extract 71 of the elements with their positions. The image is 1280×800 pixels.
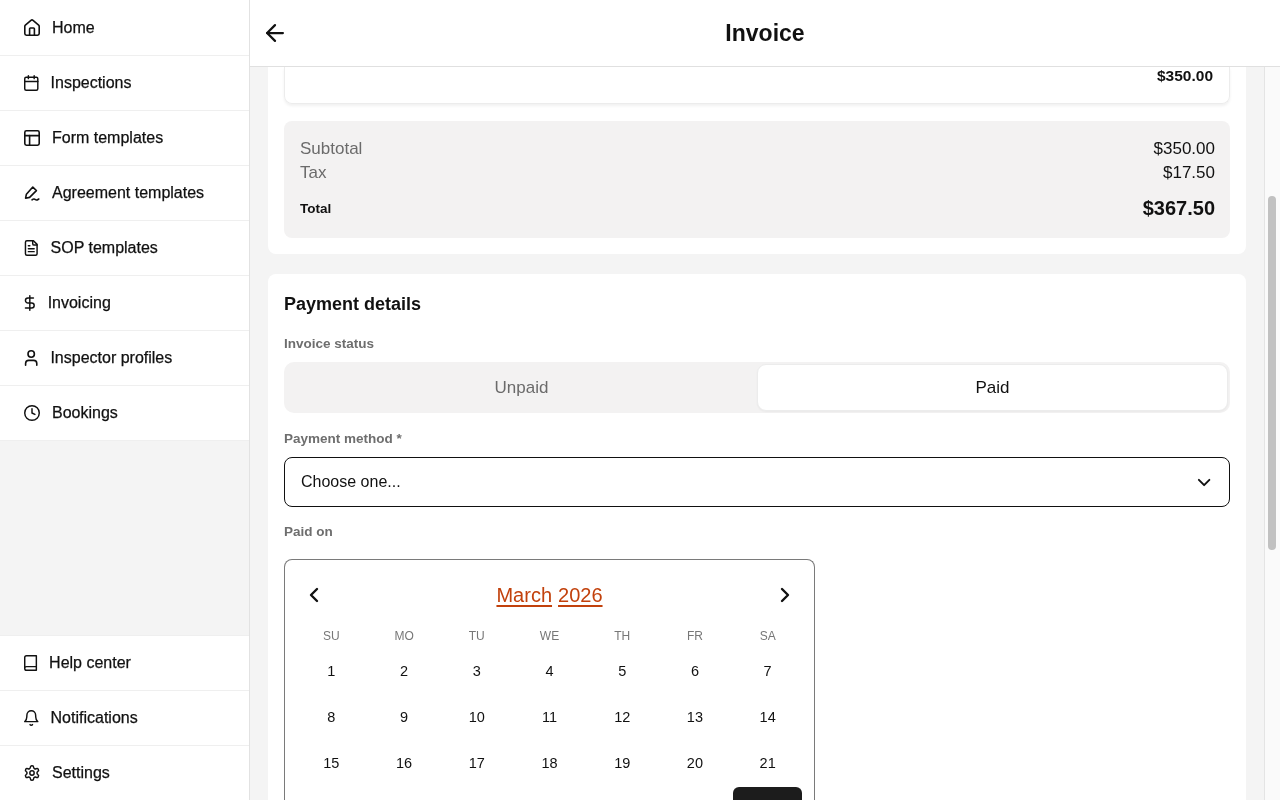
document-icon: [24, 240, 39, 256]
sidebar-item[interactable]: Form templates: [0, 111, 249, 166]
calendar-day[interactable]: 12: [587, 695, 657, 739]
calendar-icon: [24, 75, 39, 91]
sidebar-item[interactable]: Invoicing: [0, 276, 249, 331]
pen-icon: [24, 185, 40, 201]
sidebar-item[interactable]: Home: [0, 1, 249, 56]
weekday-label: FR: [686, 629, 703, 643]
summary-value: $350.00: [1153, 139, 1215, 159]
field-label: Payment method *: [284, 430, 402, 448]
weekday-label: TH: [614, 629, 631, 643]
calendar-day[interactable]: 15: [297, 741, 366, 785]
field-label: Invoice status: [284, 335, 375, 353]
calendar-day[interactable]: 17: [442, 741, 512, 785]
weekday-label: WE: [539, 629, 560, 643]
bell-icon: [24, 710, 39, 726]
calendar-day[interactable]: 3: [442, 649, 512, 693]
sidebar-item[interactable]: Inspections: [0, 56, 249, 111]
person-icon: [24, 350, 39, 366]
calendar-day[interactable]: 2: [369, 649, 439, 693]
calendar-day[interactable]: 14: [733, 695, 802, 739]
year-link[interactable]: 2026: [558, 583, 603, 607]
calendar-day[interactable]: 18: [515, 741, 584, 785]
calendar-day[interactable]: 10: [442, 695, 512, 739]
sidebar-item[interactable]: Agreement templates: [0, 166, 249, 221]
book-icon: [24, 655, 38, 671]
calendar-day[interactable]: 1: [297, 649, 366, 693]
calendar-day[interactable]: 8: [297, 695, 366, 739]
section-title: Payment details: [284, 293, 422, 316]
sidebar-item[interactable]: Settings: [0, 745, 249, 800]
sidebar-item[interactable]: Help center: [0, 635, 249, 690]
chevron-left-icon: [310, 588, 318, 602]
calendar-day[interactable]: 21: [733, 741, 802, 785]
calendar-day[interactable]: 4: [515, 649, 584, 693]
weekday-label: TU: [468, 629, 485, 643]
sidebar-item[interactable]: Bookings: [0, 386, 249, 441]
sidebar-item[interactable]: SOP templates: [0, 221, 249, 276]
page-title: Invoice: [725, 19, 805, 47]
calendar-day[interactable]: 6: [660, 649, 730, 693]
summary-label: Subtotal: [300, 139, 363, 159]
house-icon: [24, 20, 40, 36]
summary-value: $17.50: [1163, 163, 1215, 183]
calendar-day[interactable]: 7: [733, 649, 802, 693]
status-option[interactable]: Paid: [757, 364, 1228, 411]
month-link[interactable]: March: [496, 583, 553, 607]
sidebar-item[interactable]: Inspector profiles: [0, 331, 249, 386]
total-label: Total: [300, 200, 332, 216]
calendar-day[interactable]: 16: [369, 741, 439, 785]
calendar-day[interactable]: 9: [369, 695, 439, 739]
summary-label: Tax: [300, 163, 327, 183]
total-value: $367.50: [1142, 196, 1215, 220]
clock-icon: [24, 405, 40, 421]
layout-icon: [24, 130, 40, 146]
chevron-right-icon: [781, 588, 789, 602]
dollar-icon: [24, 295, 36, 311]
payment-method-select[interactable]: Choose one...: [284, 457, 1230, 507]
scrollbar-thumb[interactable]: [1268, 196, 1276, 550]
line-item-amount: $350.00: [1156, 67, 1213, 84]
calendar-day[interactable]: 20: [660, 741, 730, 785]
calendar-day[interactable]: 11: [515, 695, 584, 739]
settings-icon: [24, 765, 40, 781]
calendar-day[interactable]: 19: [587, 741, 657, 785]
weekday-label: SU: [323, 629, 340, 643]
status-option[interactable]: Unpaid: [286, 364, 757, 411]
calendar-day[interactable]: 5: [587, 649, 657, 693]
sidebar-item[interactable]: Notifications: [0, 690, 249, 745]
chevron-down-icon: [1197, 478, 1210, 486]
weekday-label: SA: [759, 629, 776, 643]
field-label: Paid on: [284, 523, 333, 541]
calendar-day[interactable]: 13: [660, 695, 730, 739]
weekday-label: MO: [394, 629, 414, 643]
